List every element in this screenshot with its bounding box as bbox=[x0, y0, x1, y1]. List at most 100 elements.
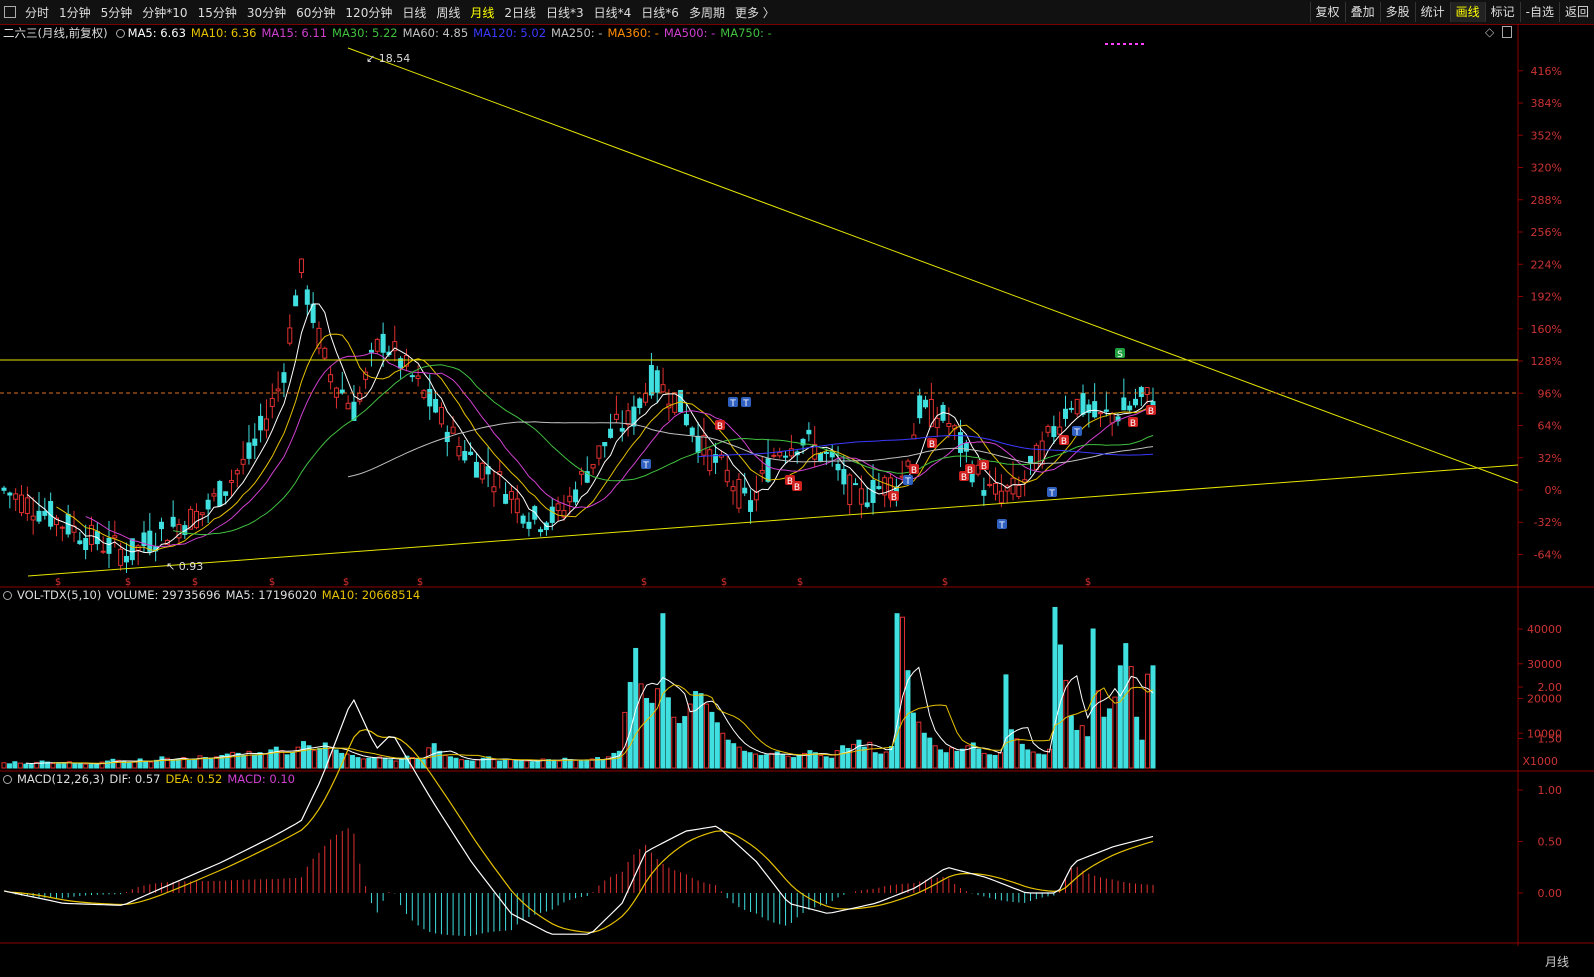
candle-body bbox=[1022, 479, 1028, 483]
period-tab-11[interactable]: 2日线 bbox=[499, 4, 541, 21]
period-tab-15[interactable]: 多周期 bbox=[684, 4, 730, 21]
period-tab-1[interactable]: 1分钟 bbox=[54, 4, 96, 21]
candle-body bbox=[526, 521, 532, 529]
volume-bar bbox=[458, 759, 464, 769]
window-toggle-icon[interactable] bbox=[4, 6, 16, 18]
volume-bar bbox=[475, 759, 481, 769]
volume-bar bbox=[567, 759, 573, 769]
y-tick-label: 32% bbox=[1538, 452, 1562, 465]
tool-buttons: 复权 叠加 多股 统计 画线 标记 -自选 返回 bbox=[1309, 0, 1594, 24]
tool-button-7[interactable]: 返回 bbox=[1558, 2, 1594, 22]
volume-bar bbox=[366, 757, 372, 769]
volume-bar bbox=[360, 758, 366, 769]
candle-body bbox=[678, 389, 684, 413]
candle-body bbox=[1092, 401, 1098, 418]
volume-bar bbox=[491, 759, 497, 769]
volume-bar bbox=[1106, 708, 1112, 769]
volume-bar bbox=[654, 688, 660, 769]
candle-body bbox=[619, 428, 625, 432]
period-tab-9[interactable]: 周线 bbox=[431, 4, 465, 21]
tool-button-5[interactable]: 标记 bbox=[1484, 2, 1520, 22]
volume-bar bbox=[938, 749, 944, 769]
volume-bar bbox=[126, 762, 132, 769]
volume-bar bbox=[301, 741, 307, 769]
candle-body bbox=[555, 503, 561, 511]
candle-body bbox=[258, 415, 264, 431]
candle-body bbox=[293, 295, 299, 307]
signal-label: S bbox=[1117, 350, 1123, 360]
tool-button-1[interactable]: 叠加 bbox=[1344, 2, 1380, 22]
tool-button-3[interactable]: 统计 bbox=[1414, 2, 1450, 22]
volume-bar bbox=[736, 746, 742, 769]
candle-body bbox=[374, 338, 380, 352]
candle-body bbox=[468, 451, 474, 455]
candle-body bbox=[456, 446, 462, 457]
period-tab-0[interactable]: 分时 bbox=[20, 4, 54, 21]
candle-body bbox=[462, 451, 468, 461]
period-tab-7[interactable]: 120分钟 bbox=[340, 4, 397, 21]
macd-tick-label: 2.00 bbox=[1538, 681, 1563, 694]
volume-bar bbox=[878, 753, 884, 769]
candle-body bbox=[170, 516, 176, 527]
tool-button-0[interactable]: 复权 bbox=[1309, 2, 1345, 22]
volume-bar bbox=[883, 751, 889, 769]
volume-bar bbox=[725, 739, 731, 769]
tool-button-4[interactable]: 画线 bbox=[1449, 2, 1485, 22]
volume-bar bbox=[894, 613, 900, 769]
candle-body bbox=[707, 449, 713, 472]
volume-bar bbox=[856, 739, 862, 769]
tool-button-6[interactable]: -自选 bbox=[1519, 2, 1559, 22]
volume-bar bbox=[518, 760, 524, 769]
volume-bar bbox=[170, 759, 176, 769]
period-tab-5[interactable]: 30分钟 bbox=[242, 4, 291, 21]
s-signal: $ bbox=[721, 577, 727, 588]
tool-button-2[interactable]: 多股 bbox=[1379, 2, 1415, 22]
period-tab-6[interactable]: 60分钟 bbox=[291, 4, 340, 21]
ma-line bbox=[85, 352, 1154, 547]
volume-bar bbox=[556, 760, 562, 769]
volume-bar bbox=[88, 764, 94, 769]
candle-body bbox=[508, 490, 514, 500]
period-tab-4[interactable]: 15分钟 bbox=[193, 4, 242, 21]
candle-body bbox=[147, 530, 153, 552]
volume-bar bbox=[1123, 643, 1129, 769]
candle-body bbox=[1010, 477, 1016, 495]
period-tab-12[interactable]: 日线*3 bbox=[541, 4, 589, 21]
candle-body bbox=[818, 452, 824, 461]
volume-bar bbox=[202, 757, 208, 769]
period-tab-16[interactable]: 更多 〉 bbox=[730, 4, 780, 21]
volume-bar bbox=[1, 762, 7, 769]
candle-body bbox=[1051, 426, 1057, 438]
volume-bar bbox=[241, 754, 247, 769]
candle-body bbox=[1133, 398, 1139, 406]
volume-bar bbox=[949, 747, 955, 769]
candle-body bbox=[345, 402, 351, 410]
period-tab-8[interactable]: 日线 bbox=[397, 4, 431, 21]
signal-label: T bbox=[742, 399, 749, 409]
candle-body bbox=[934, 417, 940, 429]
stock-chart[interactable]: 416% 384% 352% 320% 288% 256% 224% 192% 160% 128%… bbox=[0, 24, 1594, 946]
period-tab-14[interactable]: 日线*6 bbox=[636, 4, 684, 21]
volume-bar bbox=[6, 763, 12, 769]
volume-bar bbox=[807, 750, 813, 769]
period-tab-13[interactable]: 日线*4 bbox=[589, 4, 637, 21]
candle-body bbox=[304, 289, 310, 305]
period-tab-2[interactable]: 5分钟 bbox=[96, 4, 138, 21]
volume-bar bbox=[235, 752, 241, 769]
volume-bar bbox=[355, 757, 361, 769]
candle-body bbox=[328, 374, 334, 383]
candle-body bbox=[118, 548, 124, 566]
period-tab-3[interactable]: 分钟*10 bbox=[137, 4, 192, 21]
s-signal: $ bbox=[1085, 577, 1091, 588]
candle-body bbox=[421, 390, 427, 399]
period-tab-10[interactable]: 月线 bbox=[465, 4, 499, 21]
volume-bar bbox=[159, 756, 165, 769]
volume-bar bbox=[61, 762, 67, 769]
candle-body bbox=[263, 418, 269, 431]
volume-bar bbox=[39, 760, 45, 769]
volume-bar bbox=[829, 757, 835, 769]
candle-body bbox=[520, 515, 526, 524]
candle-body bbox=[917, 395, 923, 419]
candle-body bbox=[689, 427, 695, 436]
period-indicator[interactable]: 月线 bbox=[1520, 946, 1594, 977]
